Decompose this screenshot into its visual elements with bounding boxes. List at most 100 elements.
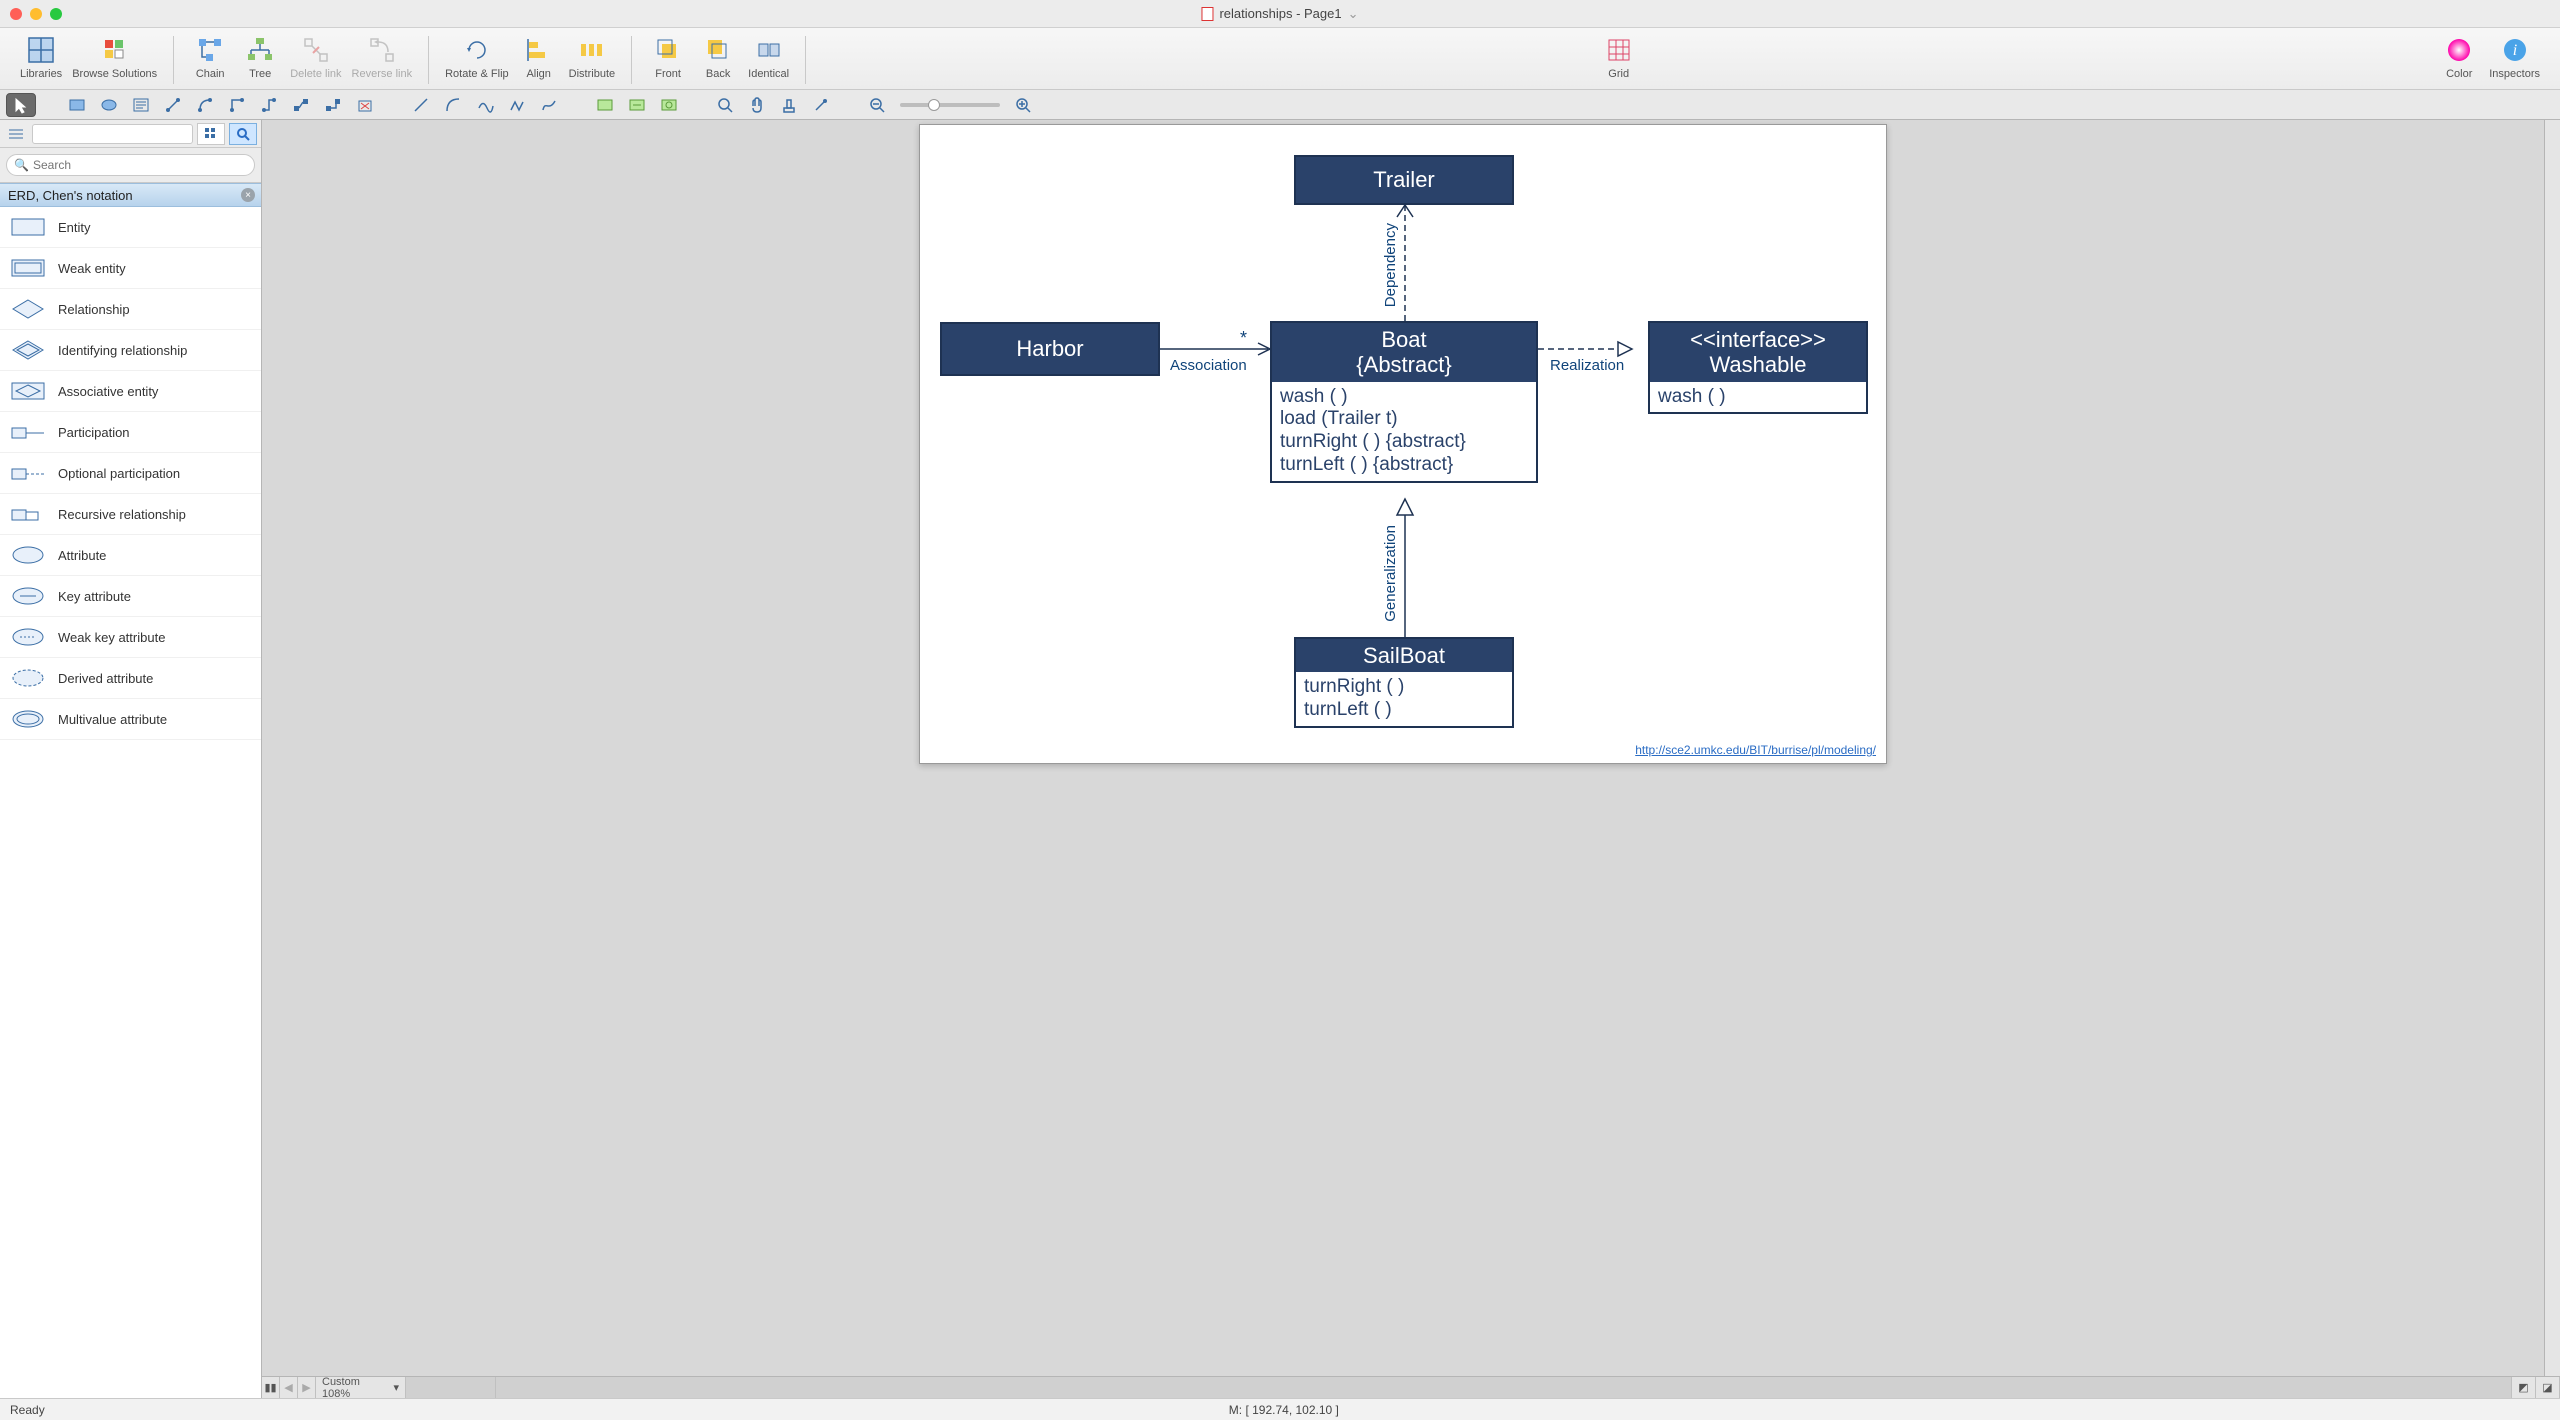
connector-5-button[interactable]	[286, 93, 316, 117]
label-realization: Realization	[1550, 357, 1624, 374]
color-button[interactable]: Color	[2439, 32, 2479, 80]
identical-button[interactable]: Identical	[748, 32, 789, 80]
connector-6-button[interactable]	[318, 93, 348, 117]
front-button[interactable]: Front	[648, 32, 688, 80]
delete-link-icon	[300, 34, 332, 66]
chevron-down-icon[interactable]: ⌄	[1348, 6, 1359, 22]
connector-delete-button[interactable]	[350, 93, 380, 117]
magnifier-tool-button[interactable]	[710, 93, 740, 117]
stamp-tool-button[interactable]	[774, 93, 804, 117]
pager-prev-button[interactable]: ◀	[280, 1377, 298, 1398]
tree-button[interactable]: Tree	[240, 32, 280, 80]
chain-button[interactable]: Chain	[190, 32, 230, 80]
rect-tool-button[interactable]	[62, 93, 92, 117]
sidebar-search-toggle-button[interactable]	[229, 123, 257, 145]
align-icon	[523, 34, 555, 66]
libraries-button[interactable]: Libraries	[20, 32, 62, 80]
zoom-slider-thumb[interactable]	[928, 99, 940, 111]
uml-class-harbor[interactable]: Harbor	[940, 322, 1160, 376]
delete-link-label: Delete link	[290, 68, 341, 80]
eyedropper-tool-button[interactable]	[806, 93, 836, 117]
lib-item-entity[interactable]: Entity	[0, 207, 261, 248]
text-tool-button[interactable]	[126, 93, 156, 117]
lib-item-associative-entity[interactable]: Associative entity	[0, 371, 261, 412]
label-association: Association	[1170, 357, 1247, 374]
canvas-scroll[interactable]: Trailer Harbor Boat {Abstract} wash ( ) …	[262, 120, 2544, 1376]
align-button[interactable]: Align	[519, 32, 559, 80]
connector-4-button[interactable]	[254, 93, 284, 117]
pointer-tool-button[interactable]	[6, 93, 36, 117]
distribute-button[interactable]: Distribute	[569, 32, 615, 80]
uml-class-boat[interactable]: Boat {Abstract} wash ( ) load (Trailer t…	[1270, 321, 1538, 483]
sidebar-grid-view-button[interactable]	[197, 123, 225, 145]
sidebar-filter[interactable]	[32, 124, 193, 144]
sidebar-header	[0, 120, 261, 148]
sidebar-category-header[interactable]: ERD, Chen's notation ×	[0, 183, 261, 207]
lib-item-participation[interactable]: Participation	[0, 412, 261, 453]
browse-solutions-button[interactable]: Browse Solutions	[72, 32, 157, 80]
ellipse-tool-button[interactable]	[94, 93, 124, 117]
horizontal-scrollbar[interactable]	[496, 1377, 2512, 1398]
lib-item-key-attribute[interactable]: Key attribute	[0, 576, 261, 617]
zoom-out-button[interactable]	[862, 93, 892, 117]
lib-item-optional-participation[interactable]: Optional participation	[0, 453, 261, 494]
uml-interface-washable[interactable]: <<interface>> Washable wash ( )	[1648, 321, 1868, 414]
pager-corner-1[interactable]: ◩	[2512, 1377, 2536, 1398]
lib-item-weak-entity[interactable]: Weak entity	[0, 248, 261, 289]
pager-slider[interactable]	[406, 1377, 496, 1398]
lib-item-derived-attribute[interactable]: Derived attribute	[0, 658, 261, 699]
connector-1-button[interactable]	[158, 93, 188, 117]
hand-tool-button[interactable]	[742, 93, 772, 117]
uml-class-sailboat-ops: turnRight ( ) turnLeft ( )	[1296, 672, 1512, 726]
pager-corner-2[interactable]: ◪	[2536, 1377, 2560, 1398]
arc-tool-button[interactable]	[438, 93, 468, 117]
diagram-page[interactable]: Trailer Harbor Boat {Abstract} wash ( ) …	[919, 124, 1887, 764]
canvas-area: Trailer Harbor Boat {Abstract} wash ( ) …	[262, 120, 2560, 1398]
maximize-window-button[interactable]	[50, 8, 62, 20]
pager-next-button[interactable]: ▶	[298, 1377, 316, 1398]
uml-class-sailboat[interactable]: SailBoat turnRight ( ) turnLeft ( )	[1294, 637, 1514, 728]
outline-toggle-button[interactable]	[4, 124, 28, 144]
freehand-tool-button[interactable]	[534, 93, 564, 117]
close-window-button[interactable]	[10, 8, 22, 20]
highlight-1-button[interactable]	[590, 93, 620, 117]
connector-2-button[interactable]	[190, 93, 220, 117]
zoom-in-button[interactable]	[1008, 93, 1038, 117]
minimize-window-button[interactable]	[30, 8, 42, 20]
sidebar: 🔍 ERD, Chen's notation × Entity Weak ent…	[0, 120, 262, 1398]
delete-link-button: Delete link	[290, 32, 341, 80]
close-category-button[interactable]: ×	[241, 188, 255, 202]
lib-item-relationship[interactable]: Relationship	[0, 289, 261, 330]
rotate-flip-button[interactable]: Rotate & Flip	[445, 32, 509, 80]
chain-icon	[194, 34, 226, 66]
polyline-tool-button[interactable]	[502, 93, 532, 117]
search-input[interactable]	[6, 154, 255, 176]
line-tool-button[interactable]	[406, 93, 436, 117]
lib-item-recursive-relationship[interactable]: Recursive relationship	[0, 494, 261, 535]
back-button[interactable]: Back	[698, 32, 738, 80]
source-link[interactable]: http://sce2.umkc.edu/BIT/burrise/pl/mode…	[1635, 743, 1876, 757]
zoom-slider[interactable]	[900, 103, 1000, 107]
lib-item-weak-key-attribute[interactable]: Weak key attribute	[0, 617, 261, 658]
status-bar: Ready M: [ 192.74, 102.10 ]	[0, 1398, 2560, 1420]
chain-label: Chain	[196, 68, 225, 80]
vertical-scrollbar[interactable]	[2544, 120, 2560, 1376]
lib-item-identifying-relationship[interactable]: Identifying relationship	[0, 330, 261, 371]
lib-item-attribute[interactable]: Attribute	[0, 535, 261, 576]
lib-item-multivalue-attribute[interactable]: Multivalue attribute	[0, 699, 261, 740]
window-controls	[10, 8, 62, 20]
inspectors-button[interactable]: i Inspectors	[2489, 32, 2540, 80]
status-ready: Ready	[10, 1403, 45, 1417]
uml-class-trailer[interactable]: Trailer	[1294, 155, 1514, 205]
grid-button[interactable]: Grid	[1599, 32, 1639, 80]
highlight-2-button[interactable]	[622, 93, 652, 117]
main-body: 🔍 ERD, Chen's notation × Entity Weak ent…	[0, 120, 2560, 1398]
connector-3-button[interactable]	[222, 93, 252, 117]
pager-pause-button[interactable]: ▮▮	[262, 1377, 280, 1398]
front-icon	[652, 34, 684, 66]
spline-tool-button[interactable]	[470, 93, 500, 117]
rotate-flip-label: Rotate & Flip	[445, 68, 509, 80]
zoom-value[interactable]: Custom 108% ▾	[316, 1377, 406, 1398]
highlight-3-button[interactable]	[654, 93, 684, 117]
tree-label: Tree	[249, 68, 271, 80]
